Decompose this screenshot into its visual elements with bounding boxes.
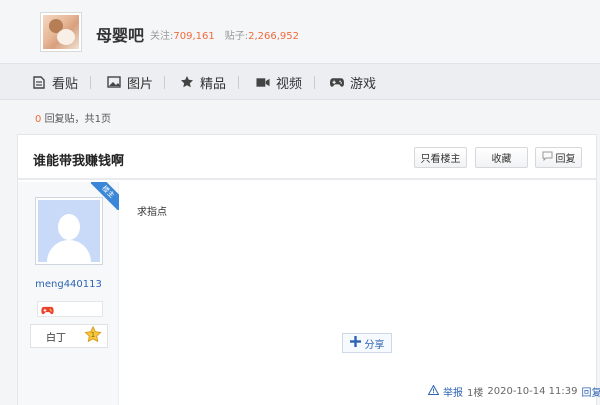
only-op-button[interactable]: 只看楼主 xyxy=(414,147,467,168)
forum-name[interactable]: 母婴吧 xyxy=(96,22,144,46)
post-meta: 举报 1楼 2020-10-14 11:39 回复 xyxy=(427,384,600,399)
tab-label: 看贴 xyxy=(52,76,79,92)
post-content: 求指点 xyxy=(137,207,167,218)
gamepad-badge-icon[interactable] xyxy=(41,304,54,318)
share-button[interactable]: 分享 xyxy=(342,333,392,353)
share-label: 分享 xyxy=(364,339,385,351)
page-suffix: 页 xyxy=(100,114,111,125)
tab-videos[interactable]: 视频 xyxy=(256,64,302,100)
video-icon xyxy=(256,75,270,89)
forum-header: 母婴吧 关注:709,161 贴子:2,266,952 xyxy=(0,0,600,64)
post-count: 2,266,952 xyxy=(248,31,300,42)
report-link[interactable]: 举报 xyxy=(443,384,463,399)
thread-title: 谁能带我赚钱啊 xyxy=(33,154,125,169)
tab-featured[interactable]: 精品 xyxy=(180,64,226,100)
post-label: 贴子: xyxy=(224,31,249,42)
post-timestamp: 2020-10-14 11:39 xyxy=(487,386,578,397)
tab-label: 精品 xyxy=(200,76,227,92)
thread-title-row: 谁能带我赚钱啊 只看楼主 收藏 回复 xyxy=(18,135,596,180)
image-icon xyxy=(107,75,121,89)
forum-stats: 关注:709,161 贴子:2,266,952 xyxy=(150,27,299,42)
reply-button[interactable]: 回复 xyxy=(535,147,582,168)
star-icon xyxy=(180,75,194,89)
share-icon xyxy=(349,336,361,350)
forum-avatar[interactable] xyxy=(40,12,82,52)
button-label: 只看楼主 xyxy=(420,154,461,165)
document-icon xyxy=(32,75,46,89)
reply-count-text: 回复贴，共 xyxy=(44,114,95,125)
favorite-button[interactable]: 收藏 xyxy=(475,147,528,168)
follow-label: 关注: xyxy=(150,31,174,42)
reply-count-bar: 0 回复贴，共1页 xyxy=(17,100,597,134)
reply-link[interactable]: 回复 xyxy=(582,384,600,399)
user-level[interactable]: 白丁 1 xyxy=(30,324,108,348)
button-label: 收藏 xyxy=(491,154,512,165)
follow-count: 709,161 xyxy=(173,31,215,42)
thread-card: 谁能带我赚钱啊 只看楼主 收藏 回复 楼主 meng440113 白丁 1 求指… xyxy=(17,134,600,405)
level-name: 白丁 xyxy=(46,332,66,344)
speech-bubble-icon xyxy=(542,151,553,164)
tab-label: 图片 xyxy=(127,76,154,92)
svg-text:1: 1 xyxy=(91,331,95,339)
user-badges xyxy=(37,301,103,317)
gamepad-icon xyxy=(330,75,344,89)
avatar[interactable] xyxy=(35,197,103,265)
tab-label: 游戏 xyxy=(350,76,377,92)
author-column: 楼主 meng440113 白丁 1 xyxy=(18,182,119,405)
reply-count: 0 xyxy=(35,114,42,125)
username[interactable]: meng440113 xyxy=(18,279,119,290)
floor-number: 1楼 xyxy=(467,388,484,399)
tab-games[interactable]: 游戏 xyxy=(330,64,376,100)
tab-label: 视频 xyxy=(276,76,303,92)
level-star-icon: 1 xyxy=(84,325,102,346)
tab-posts[interactable]: 看贴 xyxy=(32,64,78,100)
warning-icon xyxy=(427,384,440,398)
tab-images[interactable]: 图片 xyxy=(107,64,153,100)
button-label: 回复 xyxy=(555,154,576,165)
forum-nav: 看贴 图片 精品 视频 游戏 xyxy=(0,64,600,100)
